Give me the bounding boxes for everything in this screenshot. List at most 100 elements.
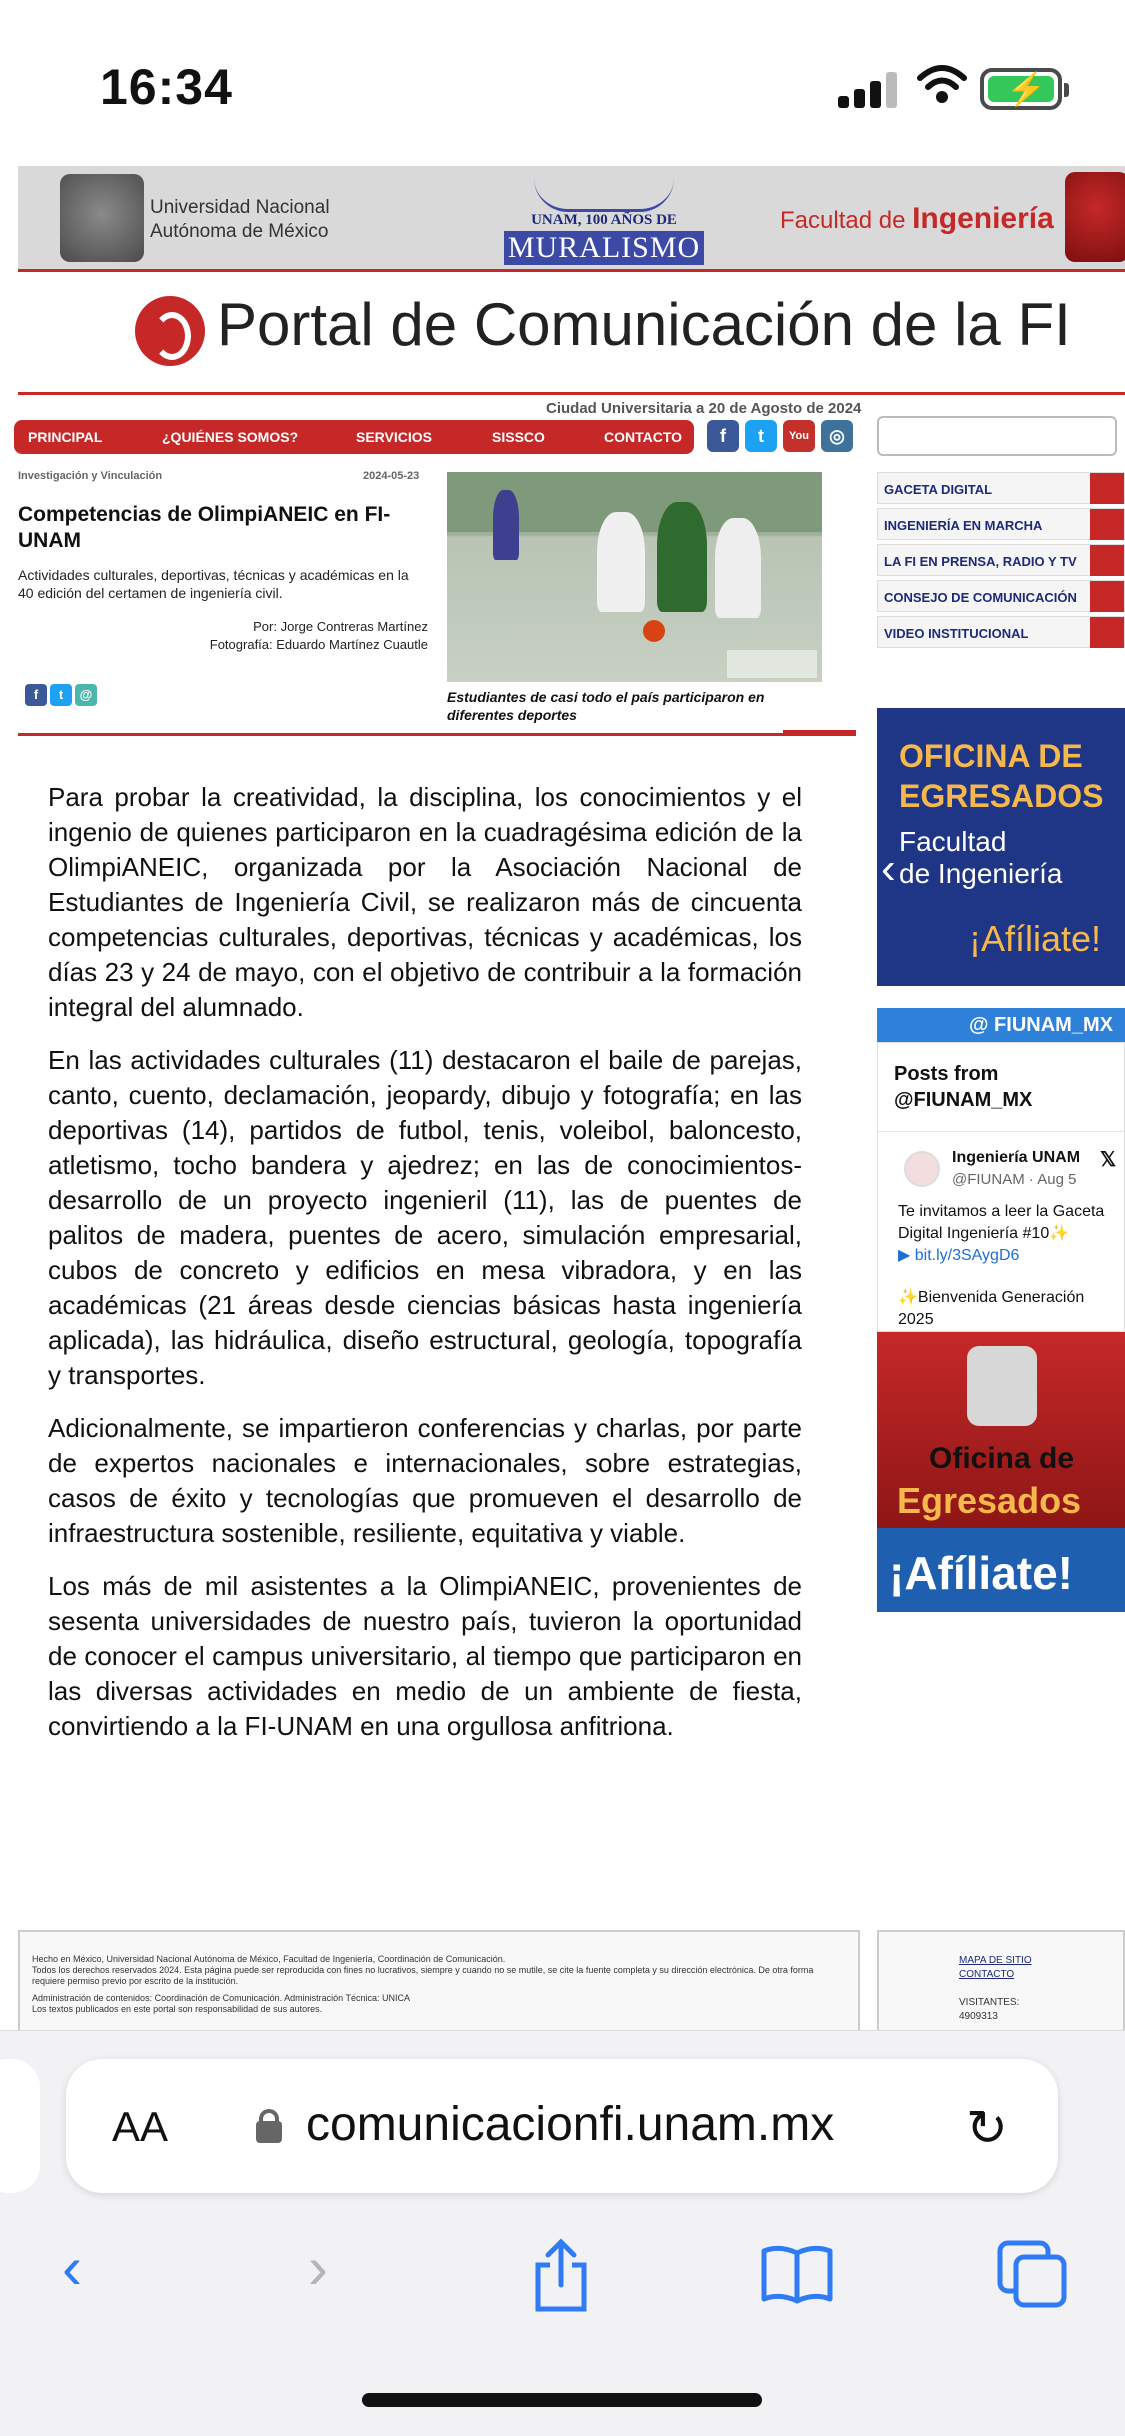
twitter-widget[interactable]: Posts from @FIUNAM_MX Ingeniería UNAM @F… — [877, 1042, 1125, 1332]
twitter-widget-title: Posts from @FIUNAM_MX — [894, 1063, 1033, 1111]
browser-toolbar: AA comunicacionfi.unam.mx ↻ ‹ › — [0, 2030, 1125, 2436]
tweet-author-name[interactable]: Ingeniería UNAM — [952, 1149, 1080, 1167]
portal-logo-icon — [135, 296, 205, 366]
nav-quienes-somos[interactable]: ¿QUIÉNES SOMOS? — [162, 429, 298, 445]
sidebar-item-label: LA FI EN PRENSA, RADIO Y TV — [884, 554, 1077, 569]
article-paragraph: Para probar la creatividad, la disciplin… — [48, 782, 802, 1022]
reload-icon[interactable]: ↻ — [966, 2099, 1008, 2157]
egresados-ad-banner[interactable]: OFICINA DE EGRESADOS ‹ Facultad de Ingenie… — [877, 708, 1125, 986]
forward-icon[interactable]: › — [308, 2233, 328, 2302]
faculty-name[interactable]: Facultad de Ingeniería — [780, 202, 1054, 236]
sidebar-item-gaceta[interactable]: GACETA DIGITAL — [877, 472, 1125, 504]
egresados-ad-title: OFICINA DE EGRESADOS — [899, 736, 1103, 816]
unam-name-line2: Autónoma de México — [150, 221, 329, 242]
footer-line: Hecho en México, Universidad Nacional Au… — [32, 1954, 506, 1964]
bookmarks-icon[interactable] — [760, 2243, 834, 2305]
sidebar-item-consejo[interactable]: CONSEJO DE COMUNICACIÓN — [877, 580, 1125, 612]
tweet-text: Te invitamos a leer la Gaceta Digital In… — [898, 1201, 1118, 1267]
article-photo[interactable] — [447, 472, 822, 682]
egresados-ad-line2: EGRESADOS — [899, 778, 1104, 814]
footer-links: MAPA DE SITIO CONTACTO VISITANTES: 49093… — [877, 1930, 1125, 2030]
facebook-icon[interactable]: f — [707, 420, 739, 452]
radio-icon — [1090, 509, 1124, 540]
share-facebook-icon[interactable]: f — [25, 684, 47, 706]
play-icon — [1090, 617, 1124, 648]
article-credits: Por: Jorge Contreras Martínez Fotografía… — [18, 618, 428, 654]
url-text[interactable]: comunicacionfi.unam.mx — [306, 2097, 834, 2152]
sidebar-item-prensa[interactable]: LA FI EN PRENSA, RADIO Y TV — [877, 544, 1125, 576]
unam-name: Universidad Nacional Autónoma de México — [150, 196, 330, 244]
nav-servicios[interactable]: SERVICIOS — [356, 429, 432, 445]
article-separator — [18, 730, 856, 736]
main-nav: PRINCIPAL ¿QUIÉNES SOMOS? SERVICIOS SISS… — [14, 420, 694, 454]
oficina-egresados-banner[interactable]: Oficina de Egresados ¡Afíliate! — [877, 1332, 1125, 1612]
sidebar-item-label: CONSEJO DE COMUNICACIÓN — [884, 590, 1077, 605]
status-bar: 16:34 ⚡ — [0, 0, 1125, 160]
sidebar-item-label: VIDEO INSTITUCIONAL — [884, 626, 1029, 641]
footer-line: Todos los derechos reservados 2024. Esta… — [32, 1965, 814, 1986]
home-indicator[interactable] — [362, 2393, 762, 2407]
search-input[interactable] — [877, 416, 1117, 456]
tabs-icon[interactable] — [996, 2239, 1068, 2309]
visitor-counter: VISITANTES: 4909313 — [959, 1997, 1020, 2022]
gaceta-icon — [1090, 473, 1124, 504]
cellular-signal-icon — [838, 72, 898, 108]
footer-legal: Hecho en México, Universidad Nacional Au… — [18, 1930, 860, 2030]
share-icon[interactable] — [530, 2237, 592, 2313]
sidebar-item-label: GACETA DIGITAL — [884, 482, 993, 497]
previous-tab-peek[interactable] — [0, 2059, 40, 2193]
portal-title: Portal de Comunicación de la FI — [217, 291, 1071, 358]
back-icon[interactable]: ‹ — [62, 2233, 82, 2302]
youtube-icon[interactable]: You — [783, 420, 815, 452]
muralismo-logo[interactable]: UNAM, 100 AÑOS DE MURALISMO — [504, 174, 704, 266]
nav-sissco[interactable]: SISSCO — [492, 429, 545, 445]
tweet-text-body: Te invitamos a leer la Gaceta Digital In… — [898, 1203, 1105, 1242]
web-page: Universidad Nacional Autónoma de México … — [0, 160, 1125, 2030]
article-summary: Actividades culturales, deportivas, técn… — [18, 567, 409, 601]
unam-seal-logo[interactable] — [60, 174, 144, 262]
nav-contacto[interactable]: CONTACTO — [604, 429, 682, 445]
article-paragraph: Adicionalmente, se impartieron conferenc… — [48, 1413, 802, 1548]
twitter-widget-header[interactable]: @ FIUNAM_MX — [877, 1008, 1125, 1042]
article-author: Por: Jorge Contreras Martínez — [253, 619, 428, 634]
microphone-icon — [1090, 545, 1124, 576]
faculty-prefix: Facultad de — [780, 207, 913, 234]
sidebar-item-ingenieria-marcha[interactable]: INGENIERÍA EN MARCHA — [877, 508, 1125, 540]
faculty-name-bold: Ingeniería — [912, 202, 1054, 235]
photo-credit: Fotografía: Eduardo Martínez Cuautle — [209, 637, 428, 652]
oficina-ad-line1: Oficina de — [929, 1442, 1075, 1475]
divider — [878, 1131, 1124, 1132]
egresados-ad-line3: Facultad — [899, 826, 1007, 857]
share-buttons: f t @ — [25, 684, 100, 706]
twitter-icon[interactable]: t — [745, 420, 777, 452]
sidebar-item-video[interactable]: VIDEO INSTITUCIONAL — [877, 616, 1125, 648]
article-headline: Competencias de OlimpiANEIC en FI-UNAM — [18, 503, 391, 552]
nav-principal[interactable]: PRINCIPAL — [28, 429, 102, 445]
article-header: Investigación y Vinculación 2024-05-23 C… — [18, 470, 428, 654]
sitemap-link[interactable]: MAPA DE SITIO — [959, 1954, 1043, 1968]
egresados-ad-line4: de Ingeniería — [899, 858, 1063, 889]
battery-icon: ⚡ — [980, 68, 1069, 110]
sidebar-item-label: INGENIERÍA EN MARCHA — [884, 518, 1043, 533]
oficina-ad-line2: Egresados — [897, 1480, 1082, 1521]
contact-link[interactable]: CONTACTO — [959, 1968, 1043, 1982]
tweet-link[interactable]: ▶ bit.ly/3SAygD6 — [898, 1245, 1118, 1267]
article-paragraph: Los más de mil asistentes a la OlimpiANE… — [48, 1571, 802, 1741]
article-date: 2024-05-23 — [363, 470, 420, 482]
address-bar[interactable]: AA comunicacionfi.unam.mx ↻ — [66, 2059, 1058, 2193]
share-twitter-icon[interactable]: t — [50, 684, 72, 706]
x-logo-icon[interactable]: 𝕏 — [1100, 1147, 1116, 1172]
share-email-icon[interactable]: @ — [75, 684, 97, 706]
wifi-icon — [917, 65, 967, 103]
avatar[interactable] — [904, 1151, 940, 1187]
oficina-ad-cta: ¡Afíliate! — [889, 1547, 1073, 1599]
egresados-ad-line1: OFICINA DE — [899, 738, 1083, 774]
sidebar-links: GACETA DIGITAL INGENIERÍA EN MARCHA LA F… — [877, 472, 1125, 652]
footer-line: Administración de contenidos: Coordinaci… — [32, 1993, 411, 2003]
carousel-prev-icon[interactable]: ‹ — [881, 844, 896, 894]
article-body: Para probar la creatividad, la disciplin… — [48, 780, 802, 1762]
instagram-icon[interactable]: ◎ — [821, 420, 853, 452]
fi-seal-logo[interactable] — [1065, 172, 1125, 262]
page-settings-button[interactable]: AA — [112, 2103, 168, 2151]
ingenieria-seal-logo — [967, 1346, 1037, 1426]
